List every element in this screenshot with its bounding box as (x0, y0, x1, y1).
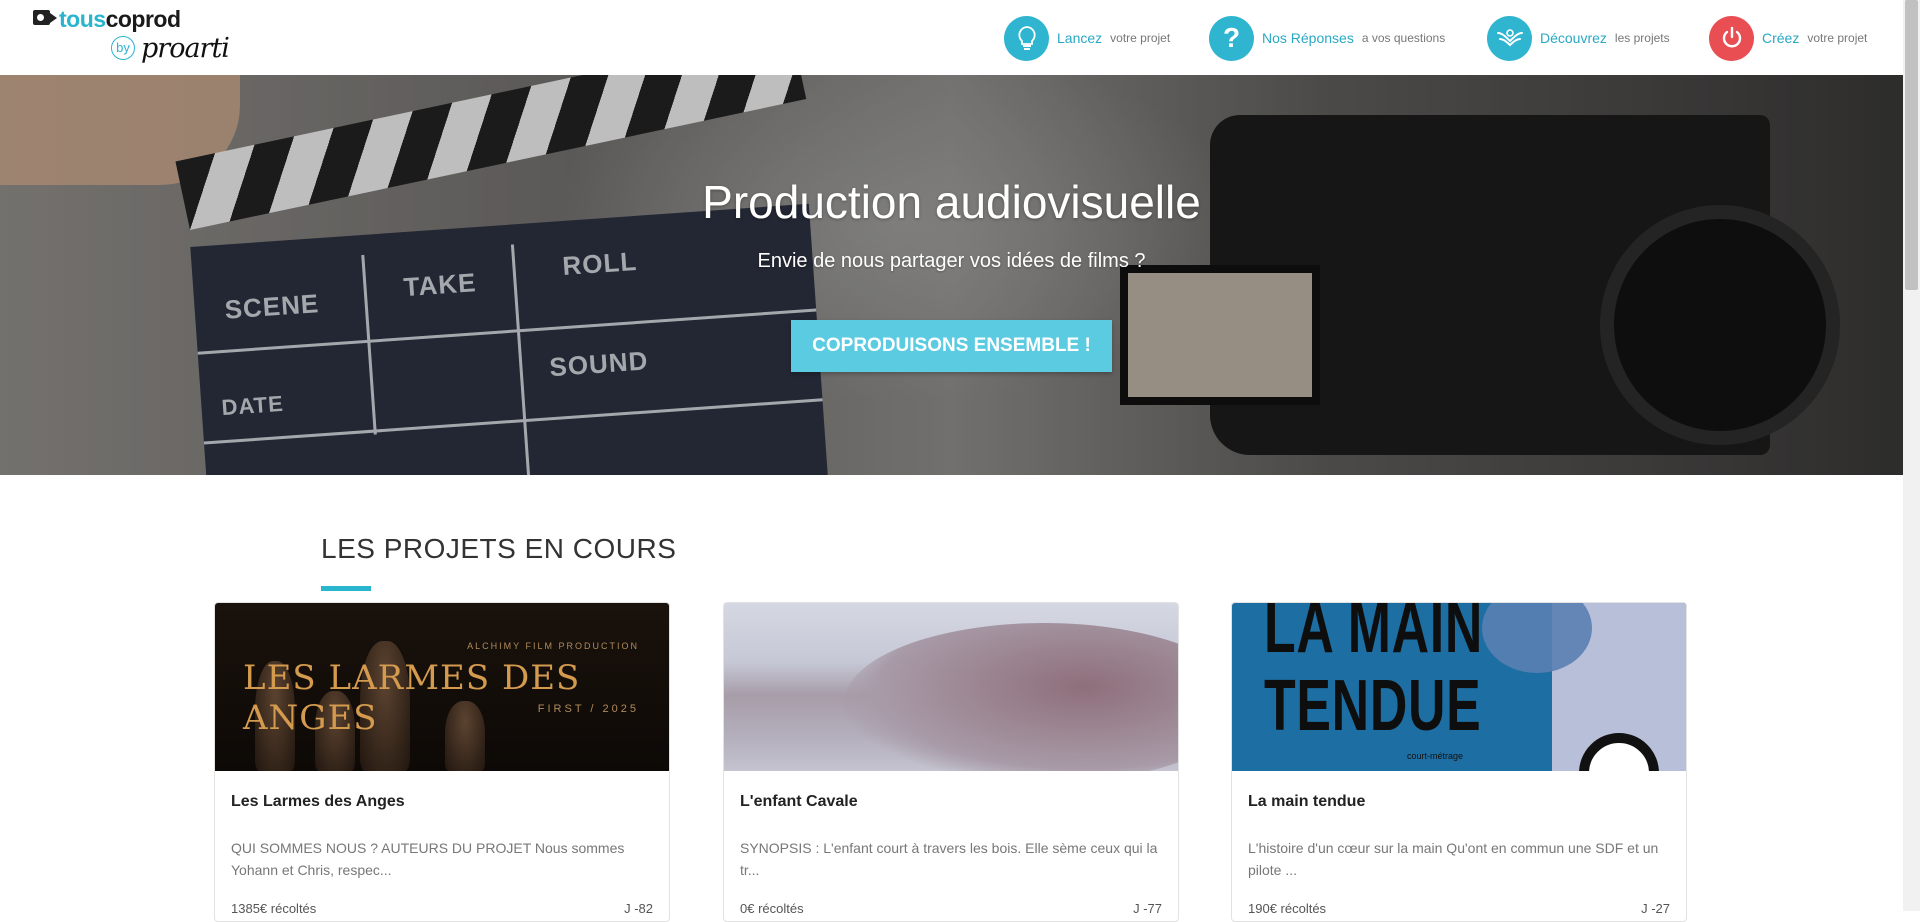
power-icon (1709, 15, 1754, 61)
nav-creez[interactable]: Créez votre projet (1709, 15, 1867, 61)
project-image[interactable]: LA MAIN TENDUE court-métrage (1232, 603, 1686, 771)
poster-title-line1: LA MAIN (1264, 603, 1484, 668)
nav-decouvrez-label: Découvrez (1540, 30, 1607, 46)
nav-reponses-sub: a vos questions (1361, 31, 1446, 45)
nav-decouvrez-sub: les projets (1614, 31, 1670, 45)
hero-subtitle: Envie de nous partager vos idées de film… (757, 250, 1146, 272)
project-description: QUI SOMMES NOUS ? AUTEURS DU PROJET Nous… (231, 840, 625, 878)
site-header: touscoprod by proarti Lancez votre proje… (0, 0, 1902, 75)
camera-icon (33, 10, 57, 25)
project-card[interactable]: LA MAIN TENDUE court-métrage La main tend… (1231, 602, 1687, 922)
nav-creez-sub: votre projet (1807, 31, 1868, 45)
nav-lancez-label: Lancez (1057, 30, 1103, 46)
hero-banner: SCENE TAKE ROLL SOUND DATE Production au… (0, 75, 1903, 475)
section-underline (321, 586, 371, 591)
nav-creez-label: Créez (1762, 30, 1800, 46)
project-title[interactable]: L'enfant Cavale (740, 793, 858, 811)
hero-title: Production audiovisuelle (702, 176, 1201, 228)
project-image[interactable]: ALCHIMY FILM PRODUCTION LES LARMES DES A… (215, 603, 669, 771)
hands-icon (1487, 15, 1532, 61)
poster-studio: ALCHIMY FILM PRODUCTION (467, 641, 639, 651)
logo-tous: tous (59, 6, 106, 32)
poster-title: LA MAIN TENDUE (1264, 603, 1483, 745)
project-raised: 190€ récoltés (1248, 901, 1327, 916)
nav-lancez[interactable]: Lancez votre projet (1004, 15, 1170, 61)
project-raised: 1385€ récoltés (231, 901, 317, 916)
project-image[interactable] (724, 603, 1178, 771)
project-description: SYNOPSIS : L'enfant court à travers les … (740, 840, 1158, 878)
section-title: LES PROJETS EN COURS (321, 533, 677, 564)
misty-hill (844, 623, 1178, 771)
project-card[interactable]: ALCHIMY FILM PRODUCTION LES LARMES DES A… (214, 602, 670, 922)
nav-reponses-label: Nos Réponses (1262, 30, 1354, 46)
nav-lancez-sub: votre projet (1110, 31, 1171, 45)
nav-reponses[interactable]: ? Nos Réponses a vos questions (1209, 15, 1445, 61)
scrollbar-thumb[interactable] (1905, 0, 1918, 290)
project-card[interactable]: L'enfant Cavale SYNOPSIS : L'enfant cour… (723, 602, 1179, 922)
lightbulb-icon (1004, 15, 1049, 61)
poster-title: LES LARMES DES ANGES (243, 658, 581, 738)
project-days-left: J -82 (624, 901, 653, 916)
nav-decouvrez[interactable]: Découvrez les projets (1487, 15, 1670, 61)
hero-overlay (0, 75, 1903, 475)
logo-coprod: coprod (105, 6, 181, 32)
question-icon: ? (1209, 15, 1254, 61)
project-days-left: J -27 (1641, 901, 1670, 916)
project-title[interactable]: La main tendue (1248, 793, 1365, 811)
logo-by: by (111, 36, 135, 60)
project-raised: 0€ récoltés (740, 901, 804, 916)
poster-tag: court-métrage (1407, 751, 1464, 761)
poster-title-line2: TENDUE (1264, 666, 1482, 746)
project-days-left: J -77 (1133, 901, 1162, 916)
coproduisons-button[interactable]: COPRODUISONS ENSEMBLE ! (791, 320, 1112, 372)
project-title[interactable]: Les Larmes des Anges (231, 793, 405, 811)
project-description: L'histoire d'un cœur sur la main Qu'ont … (1248, 840, 1659, 878)
logo-proarti: proarti (141, 33, 230, 64)
page-scrollbar[interactable] (1903, 0, 1920, 911)
logo-wordmark: touscoprod (59, 6, 181, 33)
site-logo[interactable]: touscoprod by proarti (33, 6, 243, 68)
poster-year: FIRST / 2025 (537, 703, 639, 715)
